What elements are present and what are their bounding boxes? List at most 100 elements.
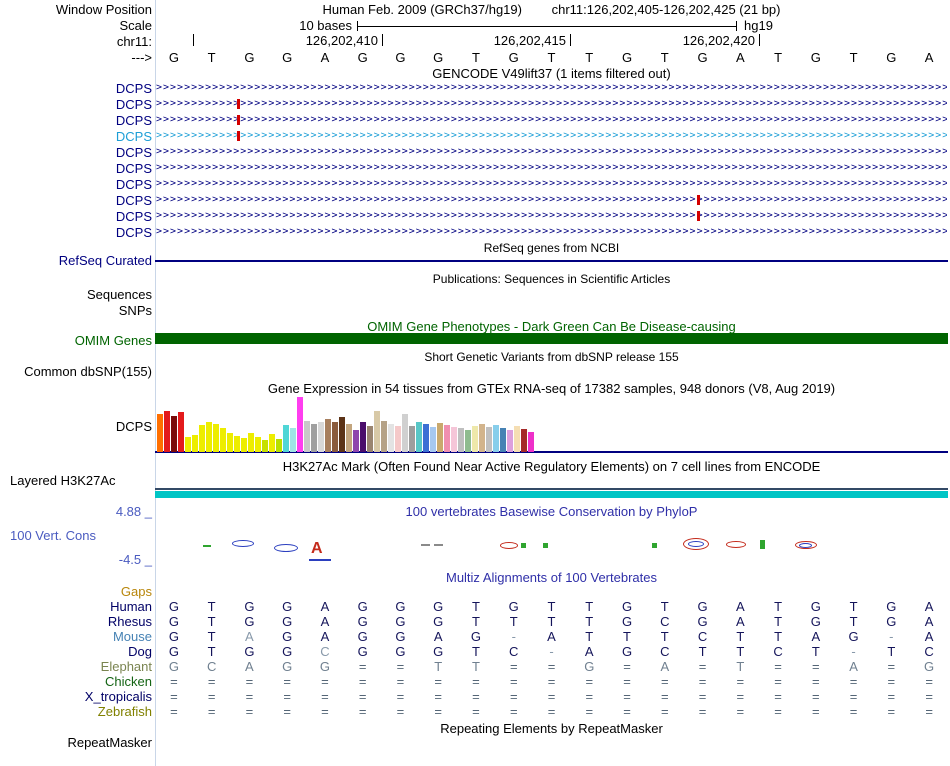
gtex-bar[interactable]: [276, 439, 282, 452]
gencode-item-label[interactable]: DCPS: [0, 145, 152, 160]
publications-track-title[interactable]: Publications: Sequences in Scientific Ar…: [155, 272, 948, 286]
refseq-track-title[interactable]: RefSeq genes from NCBI: [155, 241, 948, 255]
gencode-item-label[interactable]: DCPS: [0, 97, 152, 112]
gtex-bar[interactable]: [507, 430, 513, 452]
gtex-bar[interactable]: [269, 434, 275, 452]
gtex-bar[interactable]: [521, 429, 527, 452]
gtex-bar[interactable]: [346, 424, 352, 452]
gencode-item-label[interactable]: DCPS: [0, 225, 152, 240]
gencode-track-title[interactable]: GENCODE V49lift37 (1 items filtered out): [155, 66, 948, 81]
gtex-bar[interactable]: [339, 417, 345, 452]
vert-cons-label[interactable]: 100 Vert. Cons: [10, 528, 96, 543]
gtex-bar[interactable]: [248, 433, 254, 452]
sequences-label[interactable]: Sequences: [0, 287, 152, 302]
gencode-transcript-row[interactable]: >>>>>>>>>>>>>>>>>>>>>>>>>>>>>>>>>>>>>>>>…: [156, 224, 947, 240]
gencode-item-label[interactable]: DCPS: [0, 161, 152, 176]
gencode-transcript-row[interactable]: >>>>>>>>>>>>>>>>>>>>>>>>>>>>>>>>>>>>>>>>…: [156, 96, 947, 112]
dbsnp-track-title[interactable]: Short Genetic Variants from dbSNP releas…: [155, 350, 948, 364]
omim-gene-bar[interactable]: [155, 333, 948, 344]
multiz-species-label[interactable]: Dog: [0, 644, 152, 659]
gtex-bar[interactable]: [304, 421, 310, 452]
gencode-item-label[interactable]: DCPS: [0, 193, 152, 208]
gtex-bar[interactable]: [206, 422, 212, 452]
layered-h3k27ac-label[interactable]: Layered H3K27Ac: [10, 473, 116, 488]
gtex-bar[interactable]: [213, 424, 219, 452]
gtex-bar[interactable]: [164, 411, 170, 452]
refseq-curated-label[interactable]: RefSeq Curated: [0, 253, 152, 268]
gtex-bar[interactable]: [465, 430, 471, 452]
gtex-bar[interactable]: [514, 426, 520, 452]
gencode-item-label[interactable]: DCPS: [0, 177, 152, 192]
gtex-bar[interactable]: [381, 421, 387, 452]
gtex-bar[interactable]: [451, 427, 457, 452]
gtex-track-title[interactable]: Gene Expression in 54 tissues from GTEx …: [155, 381, 948, 396]
gencode-transcript-row[interactable]: >>>>>>>>>>>>>>>>>>>>>>>>>>>>>>>>>>>>>>>>…: [156, 128, 947, 144]
multiz-species-label[interactable]: Rhesus: [0, 614, 152, 629]
refseq-curated-track[interactable]: [155, 260, 948, 262]
h3k27ac-track-title[interactable]: H3K27Ac Mark (Often Found Near Active Re…: [155, 459, 948, 474]
gtex-bar[interactable]: [192, 435, 198, 452]
gencode-transcript-row[interactable]: >>>>>>>>>>>>>>>>>>>>>>>>>>>>>>>>>>>>>>>>…: [156, 208, 947, 224]
omim-genes-label[interactable]: OMIM Genes: [0, 333, 152, 348]
repeatmasker-track-title[interactable]: Repeating Elements by RepeatMasker: [155, 721, 948, 736]
gtex-bar[interactable]: [262, 440, 268, 452]
multiz-species-label[interactable]: X_tropicalis: [0, 689, 152, 704]
gtex-gene-label[interactable]: DCPS: [0, 419, 152, 434]
multiz-species-label[interactable]: Zebrafish: [0, 704, 152, 719]
gtex-bar[interactable]: [395, 426, 401, 452]
gtex-bar[interactable]: [367, 426, 373, 452]
gtex-bar[interactable]: [388, 424, 394, 452]
gtex-bar[interactable]: [241, 438, 247, 452]
omim-track-title[interactable]: OMIM Gene Phenotypes - Dark Green Can Be…: [155, 319, 948, 334]
gtex-bar[interactable]: [234, 436, 240, 452]
gtex-bar[interactable]: [472, 426, 478, 452]
gtex-bar[interactable]: [402, 414, 408, 452]
gencode-transcript-row[interactable]: >>>>>>>>>>>>>>>>>>>>>>>>>>>>>>>>>>>>>>>>…: [156, 112, 947, 128]
gencode-item-label[interactable]: DCPS: [0, 129, 152, 144]
gencode-item-label[interactable]: DCPS: [0, 81, 152, 96]
gtex-bar[interactable]: [493, 425, 499, 452]
gtex-bar[interactable]: [318, 422, 324, 452]
gtex-bar[interactable]: [486, 427, 492, 452]
gtex-bar[interactable]: [171, 416, 177, 452]
gtex-bar[interactable]: [458, 428, 464, 452]
gtex-bar[interactable]: [423, 424, 429, 452]
gtex-bar[interactable]: [220, 428, 226, 452]
gtex-bar[interactable]: [290, 428, 296, 452]
gtex-bar[interactable]: [360, 422, 366, 452]
snps-label[interactable]: SNPs: [0, 303, 152, 318]
gtex-bar[interactable]: [444, 425, 450, 452]
multiz-gaps-label[interactable]: Gaps: [0, 584, 152, 599]
multiz-species-label[interactable]: Human: [0, 599, 152, 614]
gtex-bar[interactable]: [479, 424, 485, 452]
gtex-bar[interactable]: [528, 432, 534, 452]
gtex-bar[interactable]: [374, 411, 380, 452]
multiz-species-label[interactable]: Elephant: [0, 659, 152, 674]
gtex-bar[interactable]: [409, 426, 415, 452]
gtex-bar[interactable]: [437, 423, 443, 452]
gencode-item-label[interactable]: DCPS: [0, 113, 152, 128]
gtex-bar[interactable]: [416, 422, 422, 452]
gtex-bar[interactable]: [157, 414, 163, 452]
gencode-transcript-row[interactable]: >>>>>>>>>>>>>>>>>>>>>>>>>>>>>>>>>>>>>>>>…: [156, 176, 947, 192]
gtex-bar[interactable]: [199, 425, 205, 452]
gtex-bar[interactable]: [332, 422, 338, 452]
gtex-bar[interactable]: [185, 437, 191, 452]
common-dbsnp-label[interactable]: Common dbSNP(155): [0, 364, 152, 379]
gencode-transcript-row[interactable]: >>>>>>>>>>>>>>>>>>>>>>>>>>>>>>>>>>>>>>>>…: [156, 144, 947, 160]
layered-h3k27ac-track[interactable]: [155, 491, 948, 498]
gtex-bar[interactable]: [255, 437, 261, 452]
gencode-transcript-row[interactable]: >>>>>>>>>>>>>>>>>>>>>>>>>>>>>>>>>>>>>>>>…: [156, 192, 947, 208]
gtex-bar[interactable]: [353, 430, 359, 452]
gtex-bar[interactable]: [178, 412, 184, 452]
gencode-item-label[interactable]: DCPS: [0, 209, 152, 224]
gencode-transcript-row[interactable]: >>>>>>>>>>>>>>>>>>>>>>>>>>>>>>>>>>>>>>>>…: [156, 160, 947, 176]
gtex-bar[interactable]: [311, 424, 317, 452]
gtex-bar[interactable]: [297, 397, 303, 452]
repeatmasker-label[interactable]: RepeatMasker: [0, 735, 152, 750]
gencode-transcript-row[interactable]: >>>>>>>>>>>>>>>>>>>>>>>>>>>>>>>>>>>>>>>>…: [156, 80, 947, 96]
gtex-bar[interactable]: [227, 433, 233, 452]
gtex-bar[interactable]: [500, 428, 506, 452]
gtex-bar[interactable]: [283, 425, 289, 452]
multiz-species-label[interactable]: Chicken: [0, 674, 152, 689]
